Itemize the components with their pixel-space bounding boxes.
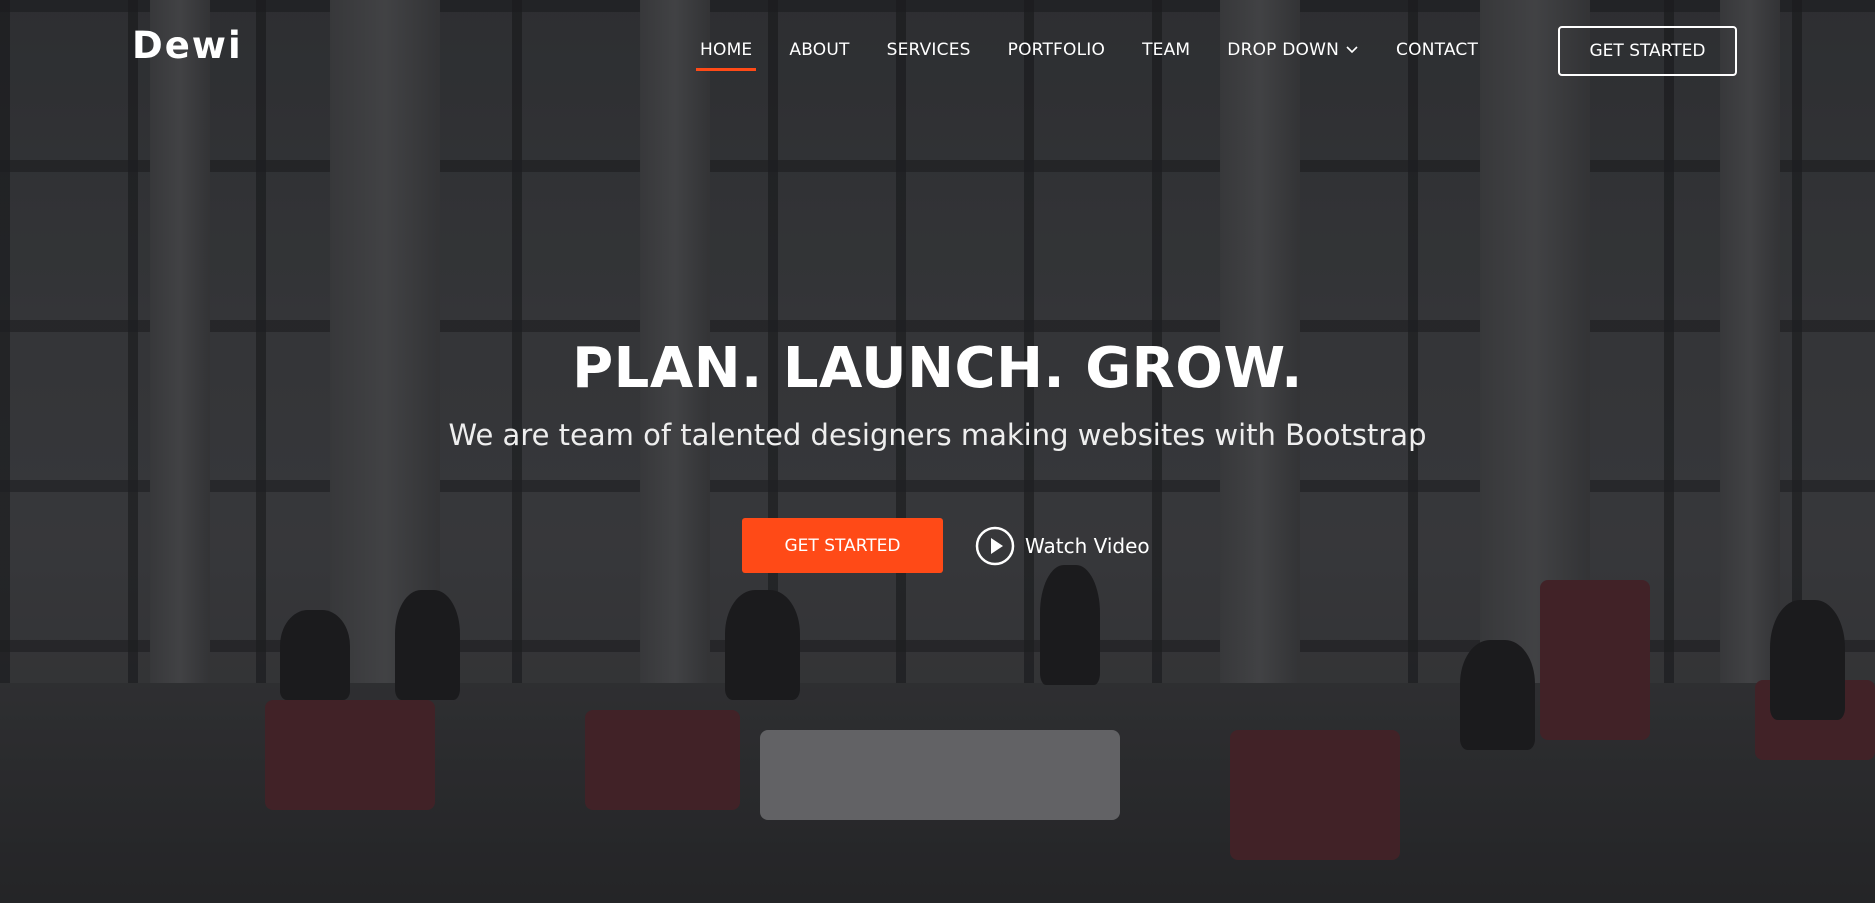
hero-subtitle: We are team of talented designers making… (448, 418, 1427, 452)
site-header: Dewi HOME ABOUT SERVICES PORTFOLIO TEAM … (0, 0, 1875, 100)
nav-item-home[interactable]: HOME (695, 0, 757, 100)
hero-get-started-button[interactable]: GET STARTED (742, 518, 943, 573)
watch-video-label: Watch Video (1025, 533, 1150, 558)
header-get-started-button[interactable]: GET STARTED (1558, 26, 1737, 76)
logo[interactable]: Dewi (132, 24, 243, 67)
hero-title: PLAN. LAUNCH. GROW. (572, 336, 1303, 401)
chevron-down-icon (1346, 46, 1358, 54)
nav-item-services[interactable]: SERVICES (887, 0, 971, 100)
hero-actions: GET STARTED Watch Video (742, 518, 1150, 573)
main-nav: HOME ABOUT SERVICES PORTFOLIO TEAM DROP … (695, 0, 1515, 100)
nav-item-drop-down[interactable]: DROP DOWN (1227, 0, 1359, 100)
watch-video-button[interactable]: Watch Video (975, 526, 1150, 566)
nav-item-team[interactable]: TEAM (1142, 0, 1190, 100)
hero-section: Dewi HOME ABOUT SERVICES PORTFOLIO TEAM … (0, 0, 1875, 903)
play-circle-icon (975, 526, 1015, 565)
nav-item-portfolio[interactable]: PORTFOLIO (1008, 0, 1105, 100)
nav-item-contact[interactable]: CONTACT (1396, 0, 1478, 100)
nav-item-about[interactable]: ABOUT (789, 0, 849, 100)
